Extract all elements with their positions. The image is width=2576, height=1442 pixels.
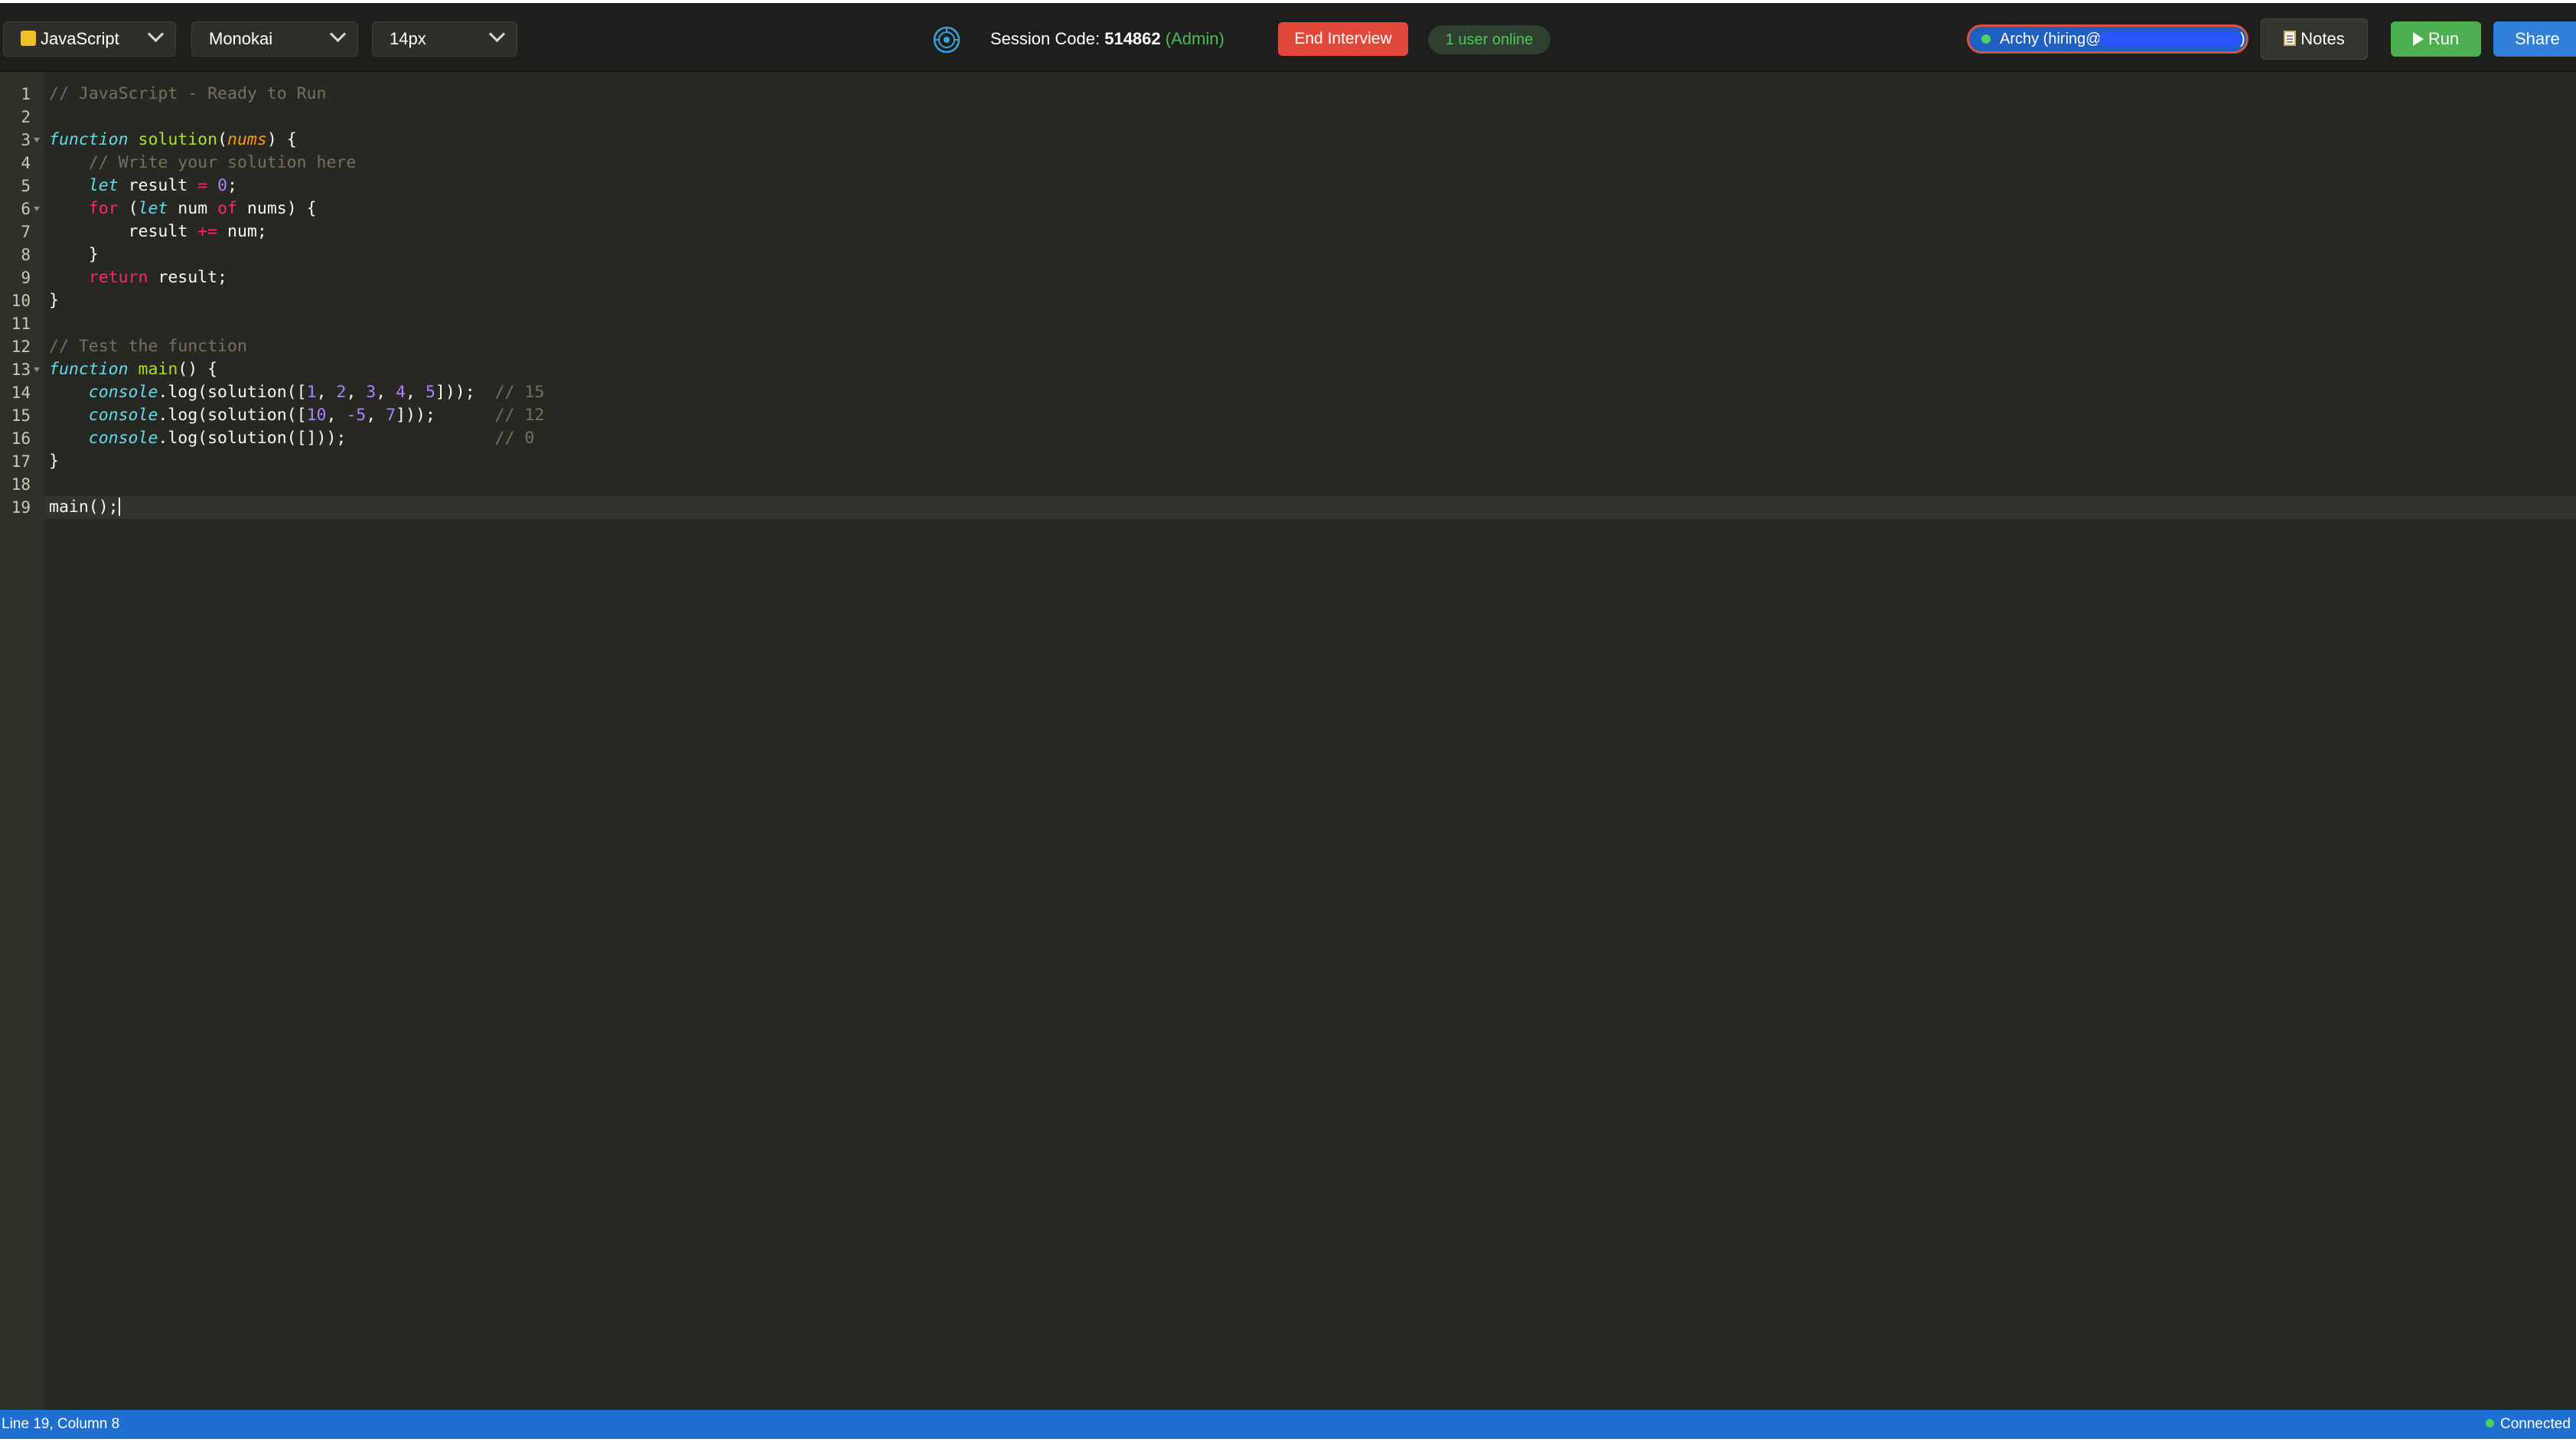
run-button-label: Run: [2428, 29, 2460, 48]
font-size-select-value: 14px: [390, 29, 426, 48]
theme-select-value: Monokai: [209, 29, 273, 48]
session-code-value: 514862: [1104, 29, 1161, 48]
code-line[interactable]: let result = 0;: [49, 175, 237, 197]
play-icon: [2412, 31, 2424, 46]
share-button[interactable]: Share: [2493, 21, 2576, 57]
code-line[interactable]: // JavaScript - Ready to Run: [49, 83, 326, 106]
code-line[interactable]: }: [49, 243, 99, 266]
memo-icon: [2284, 31, 2297, 47]
run-button[interactable]: Run: [2391, 21, 2481, 57]
current-user-pill[interactable]: Archy (hiring@): [1967, 24, 2248, 54]
line-number: 11: [11, 315, 31, 333]
session-role: (Admin): [1165, 29, 1224, 48]
line-number: 9: [21, 269, 31, 287]
line-number: 2: [21, 108, 31, 126]
current-user-label: Archy (hiring@: [2000, 31, 2102, 47]
connected-dot-icon: [2486, 1419, 2494, 1428]
code-line[interactable]: for (let num of nums) {: [49, 197, 317, 220]
theme-select[interactable]: Monokai: [191, 21, 358, 57]
code-line[interactable]: function main() {: [49, 358, 217, 381]
code-line[interactable]: }: [49, 450, 59, 473]
line-number-gutter: 1 2 3 4 5 6 7 8 9 10 11 12 13 14 15 16 17 18 19: [0, 72, 44, 1410]
line-number: 14: [11, 383, 31, 402]
code-line[interactable]: console.log(solution([1, 2, 3, 4, 5])); …: [49, 381, 545, 404]
line-number: 4: [21, 154, 31, 172]
code-line[interactable]: // Test the function: [49, 335, 247, 358]
line-number: 6: [21, 200, 31, 218]
redaction-mark-icon: [2099, 31, 2241, 47]
chevron-down-icon: [329, 25, 347, 43]
line-number: 17: [11, 452, 31, 471]
code-line[interactable]: console.log(solution([])); // 0: [49, 427, 535, 450]
line-number: 12: [11, 338, 31, 356]
connection-status: Connected: [2486, 1410, 2571, 1439]
font-size-select[interactable]: 14px: [372, 21, 517, 57]
language-select-value: JavaScript: [41, 29, 119, 48]
line-number: 7: [21, 223, 31, 241]
code-line[interactable]: main();: [49, 496, 120, 519]
interview-editor-app: JavaScript Monokai 14px Session Code: 51…: [0, 3, 2576, 1439]
line-number: 3: [21, 131, 31, 149]
active-line-highlight: [44, 496, 2576, 519]
fold-arrow-icon[interactable]: [34, 207, 40, 211]
code-line[interactable]: }: [49, 289, 59, 312]
app-logo-icon: [933, 26, 960, 54]
chevron-down-icon: [488, 25, 506, 43]
language-select[interactable]: JavaScript: [3, 21, 176, 57]
fold-arrow-icon[interactable]: [34, 367, 40, 372]
cursor-position: Line 19, Column 8: [2, 1416, 120, 1432]
end-interview-button[interactable]: End Interview: [1278, 22, 1408, 56]
line-number: 1: [21, 85, 31, 103]
connection-status-label: Connected: [2500, 1416, 2571, 1432]
code-line[interactable]: function solution(nums) {: [49, 129, 297, 152]
chevron-down-icon: [147, 25, 165, 43]
session-code-label: Session Code:: [990, 29, 1101, 48]
code-line[interactable]: result += num;: [49, 220, 267, 243]
line-number: 13: [11, 360, 31, 379]
line-number: 19: [11, 498, 31, 517]
fold-arrow-icon[interactable]: [34, 138, 40, 142]
session-code: Session Code: 514862 (Admin): [990, 21, 1224, 57]
javascript-square-icon: [21, 31, 36, 47]
code-line[interactable]: // Write your solution here: [49, 152, 357, 175]
line-number: 15: [11, 406, 31, 425]
text-cursor: [118, 497, 120, 516]
code-line[interactable]: console.log(solution([10, -5, 7])); // 1…: [49, 404, 545, 427]
current-user-label-tail: ): [2240, 31, 2245, 47]
line-number: 18: [11, 475, 31, 494]
status-bar: Line 19, Column 8 Connected: [0, 1410, 2576, 1439]
notes-button[interactable]: Notes: [2261, 18, 2368, 60]
notes-button-label: Notes: [2300, 29, 2345, 48]
line-number: 16: [11, 429, 31, 448]
line-number: 5: [21, 177, 31, 195]
online-users-badge: 1 user online: [1428, 25, 1550, 54]
online-status-dot-icon: [1981, 34, 1991, 44]
line-number: 10: [11, 292, 31, 310]
code-editor[interactable]: 1 2 3 4 5 6 7 8 9 10 11 12 13 14 15 16 17 18 19 // JavaScr…: [0, 72, 2576, 1410]
toolbar: JavaScript Monokai 14px Session Code: 51…: [0, 3, 2576, 72]
code-line[interactable]: return result;: [49, 266, 227, 289]
line-number: 8: [21, 246, 31, 264]
